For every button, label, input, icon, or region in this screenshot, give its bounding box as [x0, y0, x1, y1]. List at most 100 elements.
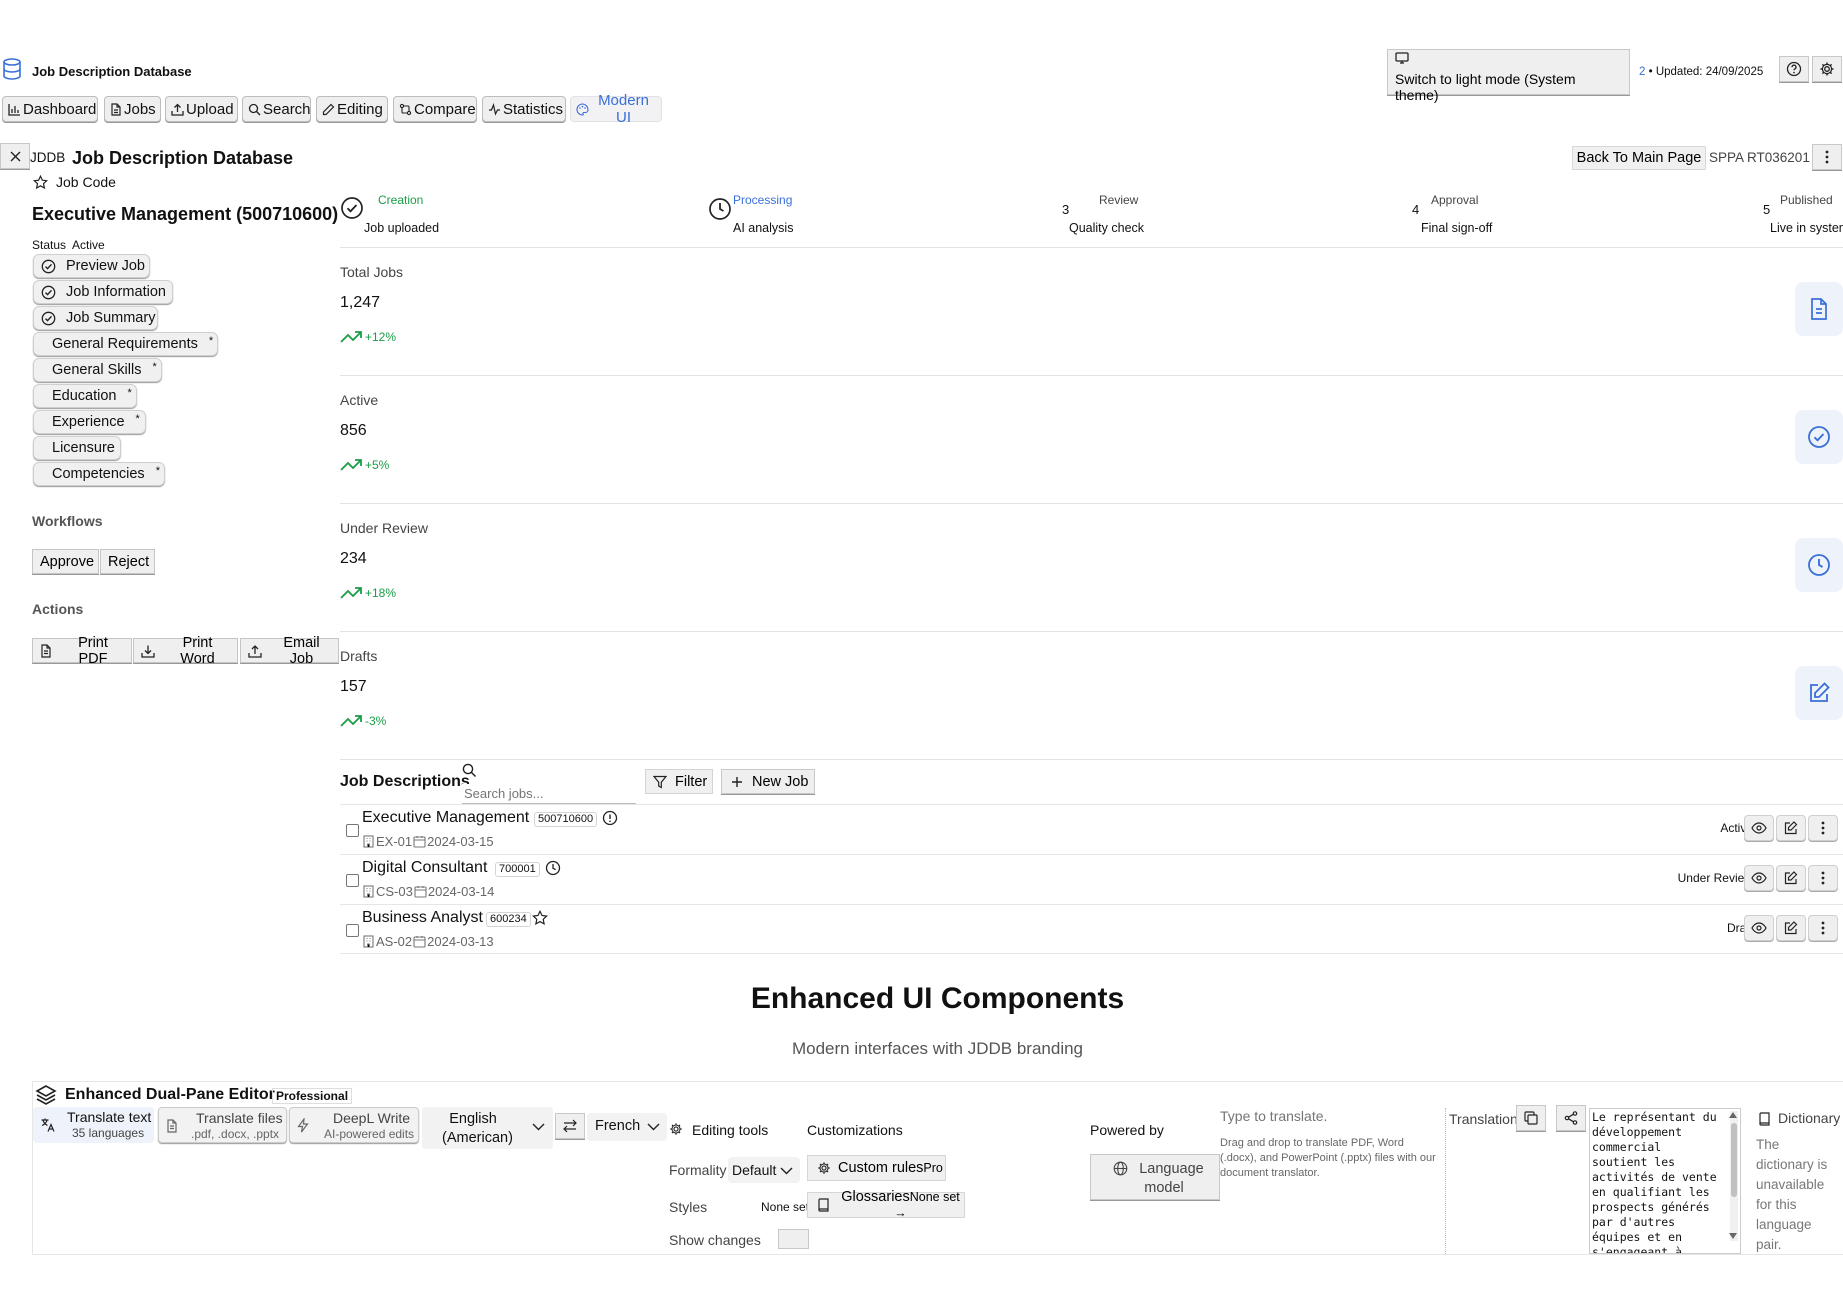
show-changes-toggle[interactable] — [778, 1229, 809, 1249]
job-code-row[interactable]: Job Code — [33, 174, 116, 190]
formality-select[interactable]: Default — [728, 1157, 800, 1183]
section-competencies[interactable]: Competencies * — [33, 462, 165, 486]
plus-icon — [731, 776, 743, 788]
copy-button[interactable] — [1516, 1105, 1546, 1131]
trending-up-icon — [340, 714, 364, 728]
print-pdf-button[interactable]: Print PDF — [32, 635, 132, 667]
edit-icon — [1784, 871, 1798, 885]
nav-editing[interactable]: Editing — [316, 96, 388, 122]
translation-output[interactable]: Le représentant du développement commerc… — [1589, 1108, 1741, 1254]
source-text-input[interactable] — [1220, 1108, 1443, 1132]
table-row[interactable]: Business Analyst 600234 AS-02 2024-03-13… — [340, 904, 1843, 954]
step-review: 3 Review Quality check — [1062, 190, 1362, 240]
status-badge: Under Review — [1677, 871, 1753, 885]
close-button[interactable] — [0, 143, 30, 169]
target-language-select[interactable]: French — [587, 1113, 667, 1141]
stat-icon-box — [1795, 538, 1843, 592]
custom-rules-button[interactable]: Custom rulesPro — [807, 1155, 946, 1181]
section-general-skills[interactable]: General Skills * — [33, 358, 162, 382]
section-preview-job[interactable]: Preview Job — [33, 254, 150, 278]
tab-translate-text[interactable]: Translate text 35 languages — [33, 1107, 154, 1143]
share-button[interactable] — [1556, 1105, 1586, 1131]
new-job-button[interactable]: New Job — [721, 769, 815, 794]
customizations-label: Customizations — [807, 1122, 903, 1138]
stat-card-drafts: Drafts 157 -3% — [340, 632, 1843, 760]
scroll-thumb[interactable] — [1731, 1123, 1737, 1197]
section-experience[interactable]: Experience * — [33, 410, 146, 434]
view-button[interactable] — [1744, 915, 1774, 941]
nav-compare[interactable]: Compare — [393, 96, 477, 122]
job-search-input[interactable] — [462, 784, 636, 804]
section-job-summary[interactable]: Job Summary — [33, 306, 158, 330]
step-published: 5 Published Live in system — [1763, 190, 1843, 240]
edit-button[interactable] — [1776, 915, 1806, 941]
back-to-main-button[interactable]: Back To Main Page — [1572, 146, 1706, 170]
row-checkbox[interactable] — [346, 824, 359, 837]
section-general-requirements[interactable]: General Requirements * — [33, 332, 218, 356]
job-code-badge: 500710600 — [534, 812, 598, 827]
scroll-up-icon[interactable] — [1729, 1112, 1737, 1118]
job-name[interactable]: Digital Consultant — [362, 859, 487, 877]
edit-button[interactable] — [1776, 815, 1806, 841]
approve-button[interactable]: Approve — [32, 549, 99, 574]
progress-stepper: Creation Job uploaded Processing AI anal… — [340, 190, 1843, 248]
check-circle-icon — [1807, 425, 1831, 449]
scroll-down-icon[interactable] — [1729, 1233, 1737, 1239]
status-label: Status — [32, 238, 67, 252]
more-button[interactable] — [1808, 915, 1838, 941]
table-row[interactable]: Digital Consultant 700001 CS-03 2024-03-… — [340, 854, 1843, 904]
editing-tools-label: Editing tools — [692, 1122, 769, 1138]
more-button[interactable] — [1808, 865, 1838, 891]
view-button[interactable] — [1744, 865, 1774, 891]
clock-icon — [1807, 553, 1831, 577]
table-row[interactable]: Executive Management 500710600 EX-01 202… — [340, 804, 1843, 854]
enhanced-subtitle: Modern interfaces with JDDB branding — [791, 1039, 1084, 1058]
section-label: Licensure — [52, 440, 115, 456]
row-checkbox[interactable] — [346, 874, 359, 887]
translation-label: Translation — [1449, 1111, 1518, 1127]
nav-statistics[interactable]: Statistics — [482, 96, 566, 122]
nav-upload[interactable]: Upload — [165, 96, 238, 122]
reject-button[interactable]: Reject — [100, 549, 155, 574]
nav-jobs[interactable]: Jobs — [104, 96, 161, 122]
more-button[interactable] — [1808, 815, 1838, 841]
check-circle-icon — [41, 285, 56, 300]
header-menu-button[interactable] — [1812, 144, 1842, 170]
nav-search[interactable]: Search — [242, 96, 311, 122]
language-model-button[interactable]: Language model — [1090, 1154, 1220, 1200]
source-language-select[interactable]: English (American) — [422, 1107, 553, 1149]
section-education[interactable]: Education * — [33, 384, 137, 408]
theme-toggle-button[interactable]: Switch to light mode (System theme) — [1387, 49, 1630, 103]
view-button[interactable] — [1744, 815, 1774, 841]
tab-deepl-write[interactable]: DeepL Write AI-powered edits — [289, 1107, 419, 1143]
print-word-button[interactable]: Print Word — [133, 635, 238, 667]
glossaries-button[interactable]: GlossariesNone set → — [807, 1189, 965, 1220]
swap-languages-button[interactable] — [555, 1113, 585, 1139]
search-icon — [248, 103, 261, 116]
filter-button[interactable]: Filter — [645, 769, 713, 794]
building-icon — [362, 935, 375, 948]
upload-icon — [171, 103, 184, 116]
nav-dashboard[interactable]: Dashboard — [2, 96, 98, 122]
row-checkbox[interactable] — [346, 924, 359, 937]
section-licensure[interactable]: Licensure — [33, 436, 121, 460]
stat-change: +5% — [365, 458, 390, 472]
tab-translate-files[interactable]: Translate files .pdf, .docx, .pptx — [158, 1107, 287, 1143]
info-icon — [602, 810, 618, 826]
step-subtitle: Quality check — [1069, 221, 1145, 235]
edit-button[interactable] — [1776, 865, 1806, 891]
nav-modern-ui[interactable]: Modern UI — [570, 92, 662, 126]
nav-compare-label: Compare — [414, 100, 476, 118]
section-job-information[interactable]: Job Information — [33, 280, 173, 304]
email-job-button[interactable]: Email Job — [240, 635, 339, 667]
job-name[interactable]: Business Analyst — [362, 909, 483, 927]
search-icon — [462, 763, 477, 778]
row-date: 2024-03-14 — [427, 884, 495, 899]
help-button[interactable] — [1779, 56, 1809, 82]
settings-button[interactable] — [1812, 56, 1842, 82]
step-title: Published — [1780, 193, 1833, 207]
job-code-label: Job Code — [56, 174, 116, 190]
job-name[interactable]: Executive Management — [362, 809, 529, 827]
update-status: 2 • Updated: 24/09/2025 — [1639, 66, 1763, 78]
dual-pane-editor: Enhanced Dual-Pane Editor Professional T… — [32, 1081, 1843, 1255]
